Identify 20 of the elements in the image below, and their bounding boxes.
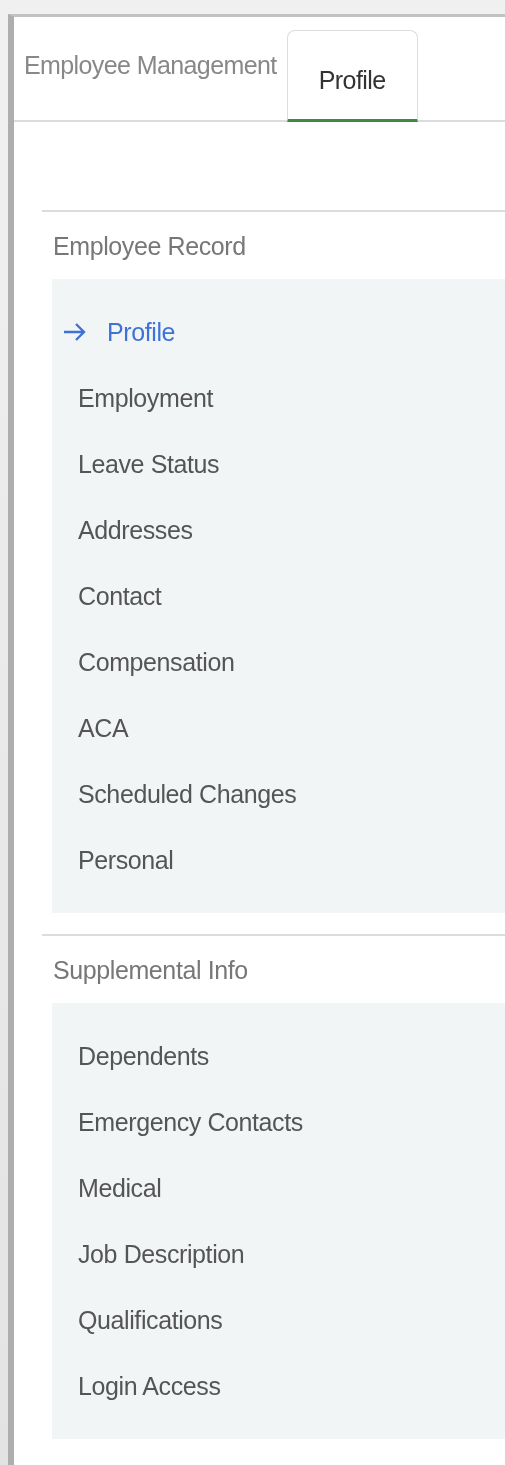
menu-item[interactable]: ACA	[52, 695, 505, 761]
menu-item[interactable]: Contact	[52, 563, 505, 629]
arrow-icon	[63, 322, 87, 342]
tab[interactable]: Employee Management	[24, 30, 277, 122]
menu-item[interactable]: Addresses	[52, 497, 505, 563]
menu-item[interactable]: Emergency Contacts	[52, 1089, 505, 1155]
menu-item[interactable]: Employment	[52, 365, 505, 431]
menu-item[interactable]: Scheduled Changes	[52, 761, 505, 827]
menu-item[interactable]: Login Access	[52, 1353, 505, 1419]
menu-item[interactable]: Profile	[52, 299, 505, 365]
menu-item[interactable]: Job Description	[52, 1221, 505, 1287]
menu-item[interactable]: Personal	[52, 827, 505, 893]
tab[interactable]: Profile	[286, 30, 418, 122]
menu-item[interactable]: Medical	[52, 1155, 505, 1221]
section-title: Supplemental Info	[52, 955, 249, 986]
menu-item[interactable]: Compensation	[52, 629, 505, 695]
section-title: Employee Record	[52, 231, 247, 262]
menu-item[interactable]: Leave Status	[52, 431, 505, 497]
menu-item[interactable]: Dependents	[52, 1023, 505, 1089]
menu-item[interactable]: Qualifications	[52, 1287, 505, 1353]
